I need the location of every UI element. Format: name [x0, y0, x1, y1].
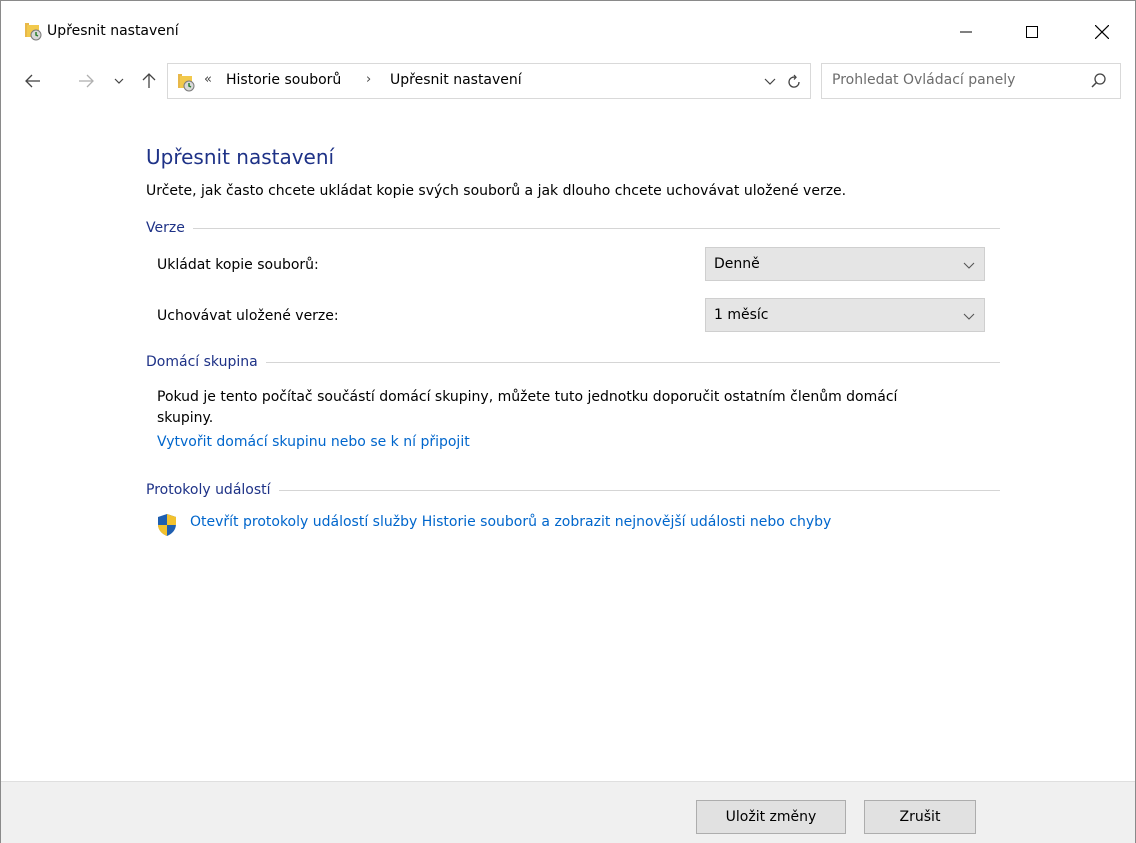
window: Upřesnit nastavení « Historie souborů › …: [0, 0, 1136, 843]
save-changes-button[interactable]: Uložit změny: [696, 800, 846, 834]
event-logs-header: Protokoly událostí: [146, 482, 271, 498]
homegroup-group-header: Domácí skupina: [146, 352, 1000, 372]
file-history-icon: [176, 72, 196, 92]
keep-versions-select[interactable]: 1 měsíc: [705, 298, 985, 332]
versions-header: Verze: [146, 220, 185, 236]
event-logs-link[interactable]: Otevřít protokoly událostí služby Histor…: [190, 514, 831, 530]
versions-group-header: Verze: [146, 218, 1000, 238]
main-content: Upřesnit nastavení Určete, jak často chc…: [1, 99, 1135, 781]
save-copies-label: Ukládat kopie souborů:: [157, 257, 319, 273]
maximize-icon: [1026, 26, 1038, 38]
search-icon[interactable]: [1090, 72, 1110, 92]
divider: [265, 361, 1000, 363]
title-bar: Upřesnit nastavení: [1, 1, 1135, 63]
homegroup-header: Domácí skupina: [146, 354, 258, 370]
search-placeholder: Prohledat Ovládací panely: [832, 72, 1016, 88]
homegroup-link[interactable]: Vytvořit domácí skupinu nebo se k ní při…: [157, 434, 470, 450]
recent-locations-button[interactable]: [107, 67, 131, 95]
file-history-icon: [23, 21, 43, 41]
footer: Uložit změny Zrušit: [1, 781, 1135, 843]
search-input[interactable]: Prohledat Ovládací panely: [821, 63, 1121, 99]
back-button[interactable]: [21, 67, 45, 95]
refresh-icon: [788, 74, 800, 88]
save-copies-select[interactable]: Denně: [705, 247, 985, 281]
divider: [278, 489, 1000, 491]
minimize-button[interactable]: [943, 1, 989, 63]
forward-button[interactable]: [74, 67, 98, 95]
arrow-left-icon: [25, 74, 40, 88]
divider: [192, 227, 1000, 229]
navigation-bar: « Historie souborů › Upřesnit nastavení …: [1, 63, 1135, 99]
event-logs-group-header: Protokoly událostí: [146, 480, 1000, 500]
close-button[interactable]: [1079, 1, 1125, 63]
close-icon: [1095, 25, 1109, 39]
window-title: Upřesnit nastavení: [47, 23, 179, 39]
address-dropdown-button[interactable]: [760, 70, 780, 94]
breadcrumb-history[interactable]: Historie souborů: [226, 72, 341, 88]
refresh-button[interactable]: [782, 70, 806, 94]
arrow-up-icon: [142, 73, 156, 88]
chevron-down-icon: [963, 262, 975, 269]
keep-versions-label: Uchovávat uložené verze:: [157, 308, 339, 324]
arrow-right-icon: [79, 74, 94, 88]
up-button[interactable]: [137, 67, 161, 95]
save-copies-value: Denně: [714, 256, 760, 272]
keep-versions-value: 1 měsíc: [714, 307, 769, 323]
breadcrumb-overflow[interactable]: «: [204, 72, 212, 87]
cancel-button[interactable]: Zrušit: [864, 800, 976, 834]
chevron-down-icon: [764, 78, 776, 85]
page-description: Určete, jak často chcete ukládat kopie s…: [146, 183, 847, 199]
chevron-down-icon: [114, 78, 124, 84]
chevron-down-icon: [963, 313, 975, 320]
page-title: Upřesnit nastavení: [146, 145, 335, 169]
homegroup-text: Pokud je tento počítač součástí domácí s…: [157, 389, 898, 426]
uac-shield-icon: [156, 513, 178, 537]
breadcrumb-current[interactable]: Upřesnit nastavení: [390, 72, 522, 88]
breadcrumb-arrow[interactable]: ›: [366, 72, 371, 87]
maximize-button[interactable]: [1009, 1, 1055, 63]
address-bar[interactable]: « Historie souborů › Upřesnit nastavení: [167, 63, 811, 99]
minimize-icon: [960, 31, 972, 33]
